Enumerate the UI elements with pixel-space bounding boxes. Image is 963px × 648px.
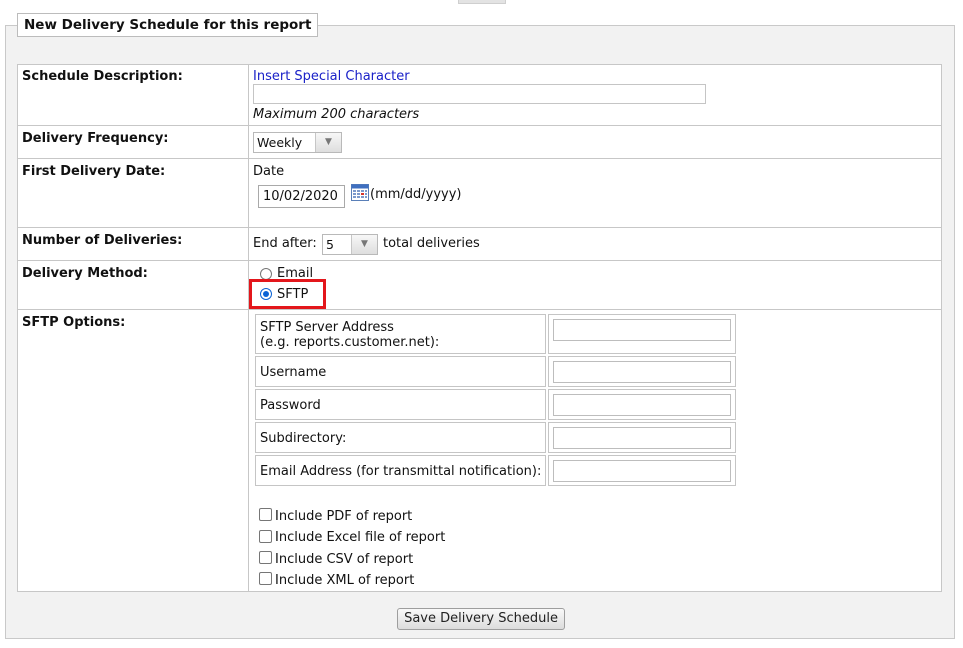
row-delivery-frequency: Delivery Frequency: Weekly ▼ [18, 126, 941, 159]
username-input-cell [548, 356, 736, 387]
sftp-server-label-cell: SFTP Server Address (e.g. reports.custom… [255, 314, 546, 354]
include-xml-label: Include XML of report [275, 573, 415, 588]
delivery-frequency-label: Delivery Frequency: [22, 131, 169, 146]
sftp-server-input-cell [548, 314, 736, 354]
username-input[interactable] [553, 361, 731, 383]
schedule-description-label: Schedule Description: [22, 69, 183, 84]
include-excel-label: Include Excel file of report [275, 530, 446, 545]
calendar-icon[interactable] [351, 184, 369, 205]
email-address-input[interactable] [553, 460, 731, 482]
sftp-options-label: SFTP Options: [22, 315, 126, 330]
sftp-server-label: SFTP Server Address [260, 320, 394, 335]
save-delivery-schedule-button[interactable]: Save Delivery Schedule [397, 608, 565, 630]
email-address-label: Email Address (for transmittal notificat… [260, 464, 542, 479]
schedule-description-input[interactable] [253, 84, 706, 104]
subdirectory-label-cell: Subdirectory: [255, 422, 546, 453]
row-delivery-method: Delivery Method: Email SFTP [18, 261, 941, 310]
radio-sftp-label: SFTP [277, 287, 309, 302]
chevron-down-icon: ▼ [351, 235, 377, 254]
number-of-deliveries-select[interactable]: 5 ▼ [322, 234, 378, 255]
section-legend: New Delivery Schedule for this report [17, 13, 319, 37]
include-excel-checkbox[interactable] [259, 530, 272, 543]
chevron-down-icon: ▼ [315, 133, 341, 152]
row-first-delivery-date: First Delivery Date: Date 10/02/2020 (mm… [18, 159, 941, 228]
first-delivery-date-label: First Delivery Date: [22, 164, 166, 179]
schedule-description-hint: Maximum 200 characters [253, 107, 420, 122]
total-deliveries-label: total deliveries [383, 236, 480, 251]
end-after-label: End after: [253, 236, 317, 251]
top-tab [458, 0, 506, 4]
insert-special-character-link[interactable]: Insert Special Character [253, 69, 410, 84]
date-format-hint: (mm/dd/yyyy) [370, 187, 462, 202]
number-of-deliveries-label: Number of Deliveries: [22, 233, 183, 248]
subdirectory-input-cell [548, 422, 736, 453]
email-address-input-cell [548, 455, 736, 486]
password-input[interactable] [553, 394, 731, 416]
subdirectory-input[interactable] [553, 427, 731, 449]
delivery-frequency-select[interactable]: Weekly ▼ [253, 132, 342, 153]
row-schedule-description: Schedule Description: Insert Special Cha… [18, 65, 941, 126]
password-label-cell: Password [255, 389, 546, 420]
first-delivery-date-input[interactable]: 10/02/2020 [258, 185, 345, 208]
email-address-label-cell: Email Address (for transmittal notificat… [255, 455, 546, 486]
include-csv-label: Include CSV of report [275, 552, 414, 567]
sftp-server-input[interactable] [553, 319, 731, 341]
delivery-method-label: Delivery Method: [22, 266, 148, 281]
password-label: Password [260, 398, 321, 413]
radio-sftp[interactable] [260, 288, 272, 300]
number-of-deliveries-value: 5 [326, 237, 334, 252]
sftp-server-example: (e.g. reports.customer.net): [260, 335, 440, 350]
subdirectory-label: Subdirectory: [260, 431, 347, 446]
username-label: Username [260, 365, 327, 380]
delivery-frequency-value: Weekly [257, 135, 303, 150]
username-label-cell: Username [255, 356, 546, 387]
include-csv-checkbox[interactable] [259, 551, 272, 564]
row-sftp-options: SFTP Options: SFTP Server Address (e.g. … [18, 310, 941, 591]
include-xml-checkbox[interactable] [259, 572, 272, 585]
password-input-cell [548, 389, 736, 420]
schedule-form-table: Schedule Description: Insert Special Cha… [17, 64, 942, 592]
include-pdf-checkbox[interactable] [259, 508, 272, 521]
row-number-of-deliveries: Number of Deliveries: End after: 5 ▼ tot… [18, 228, 941, 261]
include-pdf-label: Include PDF of report [275, 509, 413, 524]
date-sublabel: Date [253, 164, 285, 179]
